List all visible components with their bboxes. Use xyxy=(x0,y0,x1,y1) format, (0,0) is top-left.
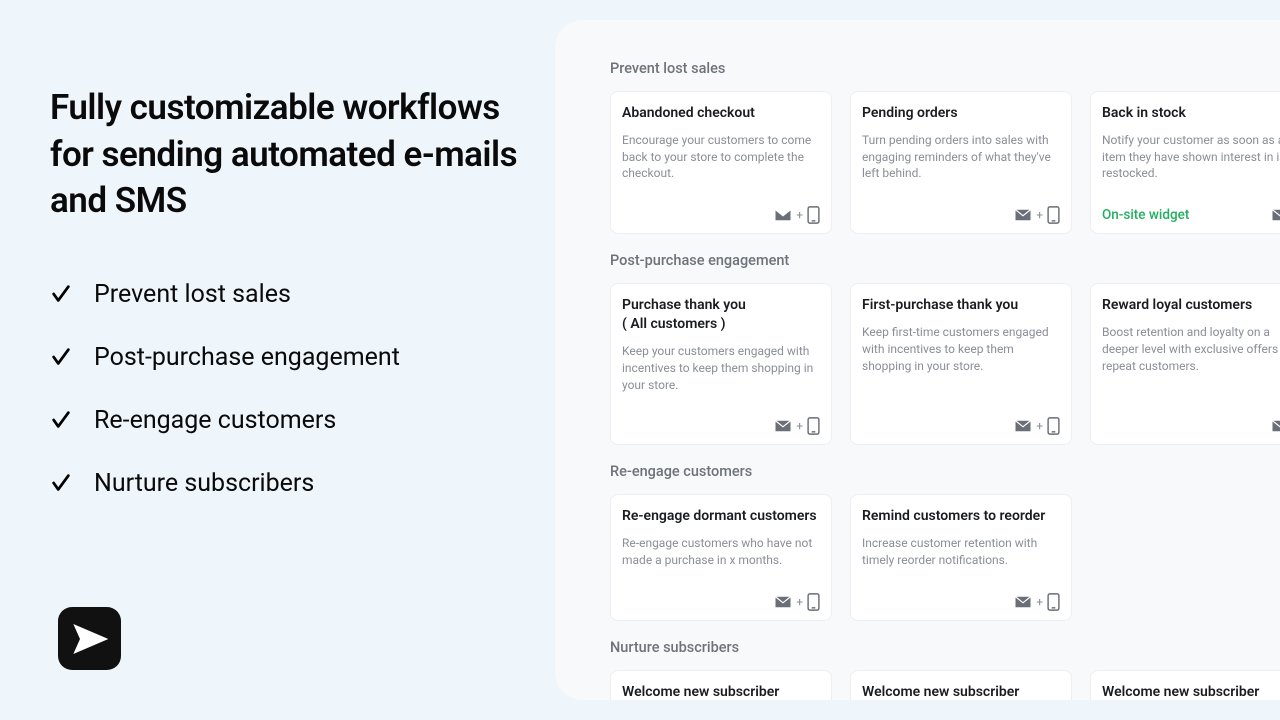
section-prevent-lost-sales: Prevent lost sales Abandoned checkout En… xyxy=(610,60,1280,234)
phone-icon xyxy=(1047,417,1060,435)
card-title: Reward loyal customers xyxy=(1102,296,1280,315)
card-desc: Notify your customer as soon as an item … xyxy=(1102,132,1280,182)
section-post-purchase: Post-purchase engagement Purchase thank … xyxy=(610,252,1280,445)
card-desc: Keep your customers engaged with incenti… xyxy=(622,343,820,393)
bullet-item: Re-engage customers xyxy=(50,406,540,435)
card-desc: Increase customer retention with timely … xyxy=(862,535,1060,569)
card-title: Welcome new subscriber xyxy=(862,683,1060,700)
plus-icon: + xyxy=(1036,208,1043,222)
plus-icon: + xyxy=(1036,419,1043,433)
section-title: Re-engage customers xyxy=(610,463,1280,480)
phone-icon xyxy=(1047,593,1060,611)
card-desc: Boost retention and loyalty on a deeper … xyxy=(1102,324,1280,393)
email-icon xyxy=(1014,418,1032,434)
card-title: First-purchase thank you xyxy=(862,296,1060,315)
card-desc: Re-engage customers who have not made a … xyxy=(622,535,820,569)
card-title: Welcome new subscriber xyxy=(622,683,820,700)
section-re-engage: Re-engage customers Re-engage dormant cu… xyxy=(610,463,1280,620)
workflow-card-first-purchase-thankyou[interactable]: First-purchase thank you Keep first-time… xyxy=(850,283,1072,445)
workflow-card-welcome-all[interactable]: Welcome new subscriber ( All new subscri… xyxy=(610,670,832,700)
bullet-item: Prevent lost sales xyxy=(50,280,540,309)
card-title: Remind customers to reorder xyxy=(862,507,1060,526)
card-desc: Encourage your customers to come back to… xyxy=(622,132,820,182)
headline: Fully customizable workflows for sending… xyxy=(50,85,540,225)
card-title: Back in stock xyxy=(1102,104,1280,123)
workflow-card-dormant-customers[interactable]: Re-engage dormant customers Re-engage cu… xyxy=(610,494,832,620)
plus-icon: + xyxy=(796,419,803,433)
bullet-item: Nurture subscribers xyxy=(50,469,540,498)
workflow-card-welcome-not-placed[interactable]: Welcome new subscriber (Have not placed … xyxy=(1090,670,1280,700)
email-icon xyxy=(774,418,792,434)
workflow-card-purchase-thankyou[interactable]: Purchase thank you ( All customers ) Kee… xyxy=(610,283,832,445)
section-title: Nurture subscribers xyxy=(610,639,1280,656)
bullet-label: Re-engage customers xyxy=(94,406,336,435)
paper-plane-icon xyxy=(70,619,110,659)
email-icon xyxy=(1271,418,1280,434)
workflow-card-reward-loyal[interactable]: Reward loyal customers Boost retention a… xyxy=(1090,283,1280,445)
email-icon xyxy=(1014,207,1032,223)
feature-bullets: Prevent lost sales Post-purchase engagem… xyxy=(50,280,540,498)
bullet-item: Post-purchase engagement xyxy=(50,343,540,372)
email-icon xyxy=(1014,594,1032,610)
check-icon xyxy=(50,346,72,368)
card-channels: + xyxy=(774,417,820,435)
card-channels: + xyxy=(1271,418,1280,434)
card-title: Abandoned checkout xyxy=(622,104,820,123)
card-desc: Keep first-time customers engaged with i… xyxy=(862,324,1060,393)
workflow-card-back-in-stock[interactable]: Back in stock Notify your customer as so… xyxy=(1090,91,1280,234)
card-channels: + xyxy=(774,206,820,224)
workflow-card-abandoned-checkout[interactable]: Abandoned checkout Encourage your custom… xyxy=(610,91,832,234)
plus-icon: + xyxy=(1036,595,1043,609)
card-channels: + xyxy=(1014,206,1060,224)
workflow-card-pending-orders[interactable]: Pending orders Turn pending orders into … xyxy=(850,91,1072,234)
card-desc: Turn pending orders into sales with enga… xyxy=(862,132,1060,182)
onsite-widget-badge: On-site widget xyxy=(1102,207,1189,223)
phone-icon xyxy=(807,593,820,611)
card-title: Pending orders xyxy=(862,104,1060,123)
email-icon xyxy=(774,594,792,610)
section-title: Prevent lost sales xyxy=(610,60,1280,77)
email-icon xyxy=(774,207,792,223)
card-channels: + xyxy=(774,593,820,611)
bullet-label: Nurture subscribers xyxy=(94,469,314,498)
phone-icon xyxy=(807,417,820,435)
section-title: Post-purchase engagement xyxy=(610,252,1280,269)
card-title: Re-engage dormant customers xyxy=(622,507,820,526)
bullet-label: Post-purchase engagement xyxy=(94,343,400,372)
card-title: Welcome new subscriber xyxy=(1102,683,1280,700)
workflow-card-welcome-placed[interactable]: Welcome new subscriber (Have placed orde… xyxy=(850,670,1072,700)
plus-icon: + xyxy=(796,208,803,222)
section-nurture: Nurture subscribers Welcome new subscrib… xyxy=(610,639,1280,700)
card-channels: + xyxy=(1014,593,1060,611)
plus-icon: + xyxy=(796,595,803,609)
email-icon xyxy=(1271,207,1280,223)
phone-icon xyxy=(807,206,820,224)
app-logo xyxy=(58,607,121,670)
workflows-panel: Prevent lost sales Abandoned checkout En… xyxy=(555,20,1280,700)
phone-icon xyxy=(1047,206,1060,224)
workflow-card-remind-reorder[interactable]: Remind customers to reorder Increase cus… xyxy=(850,494,1072,620)
card-channels: + xyxy=(1014,417,1060,435)
card-channels: + xyxy=(1271,207,1280,223)
check-icon xyxy=(50,283,72,305)
check-icon xyxy=(50,472,72,494)
card-title: Purchase thank you ( All customers ) xyxy=(622,296,820,334)
bullet-label: Prevent lost sales xyxy=(94,280,291,309)
check-icon xyxy=(50,409,72,431)
